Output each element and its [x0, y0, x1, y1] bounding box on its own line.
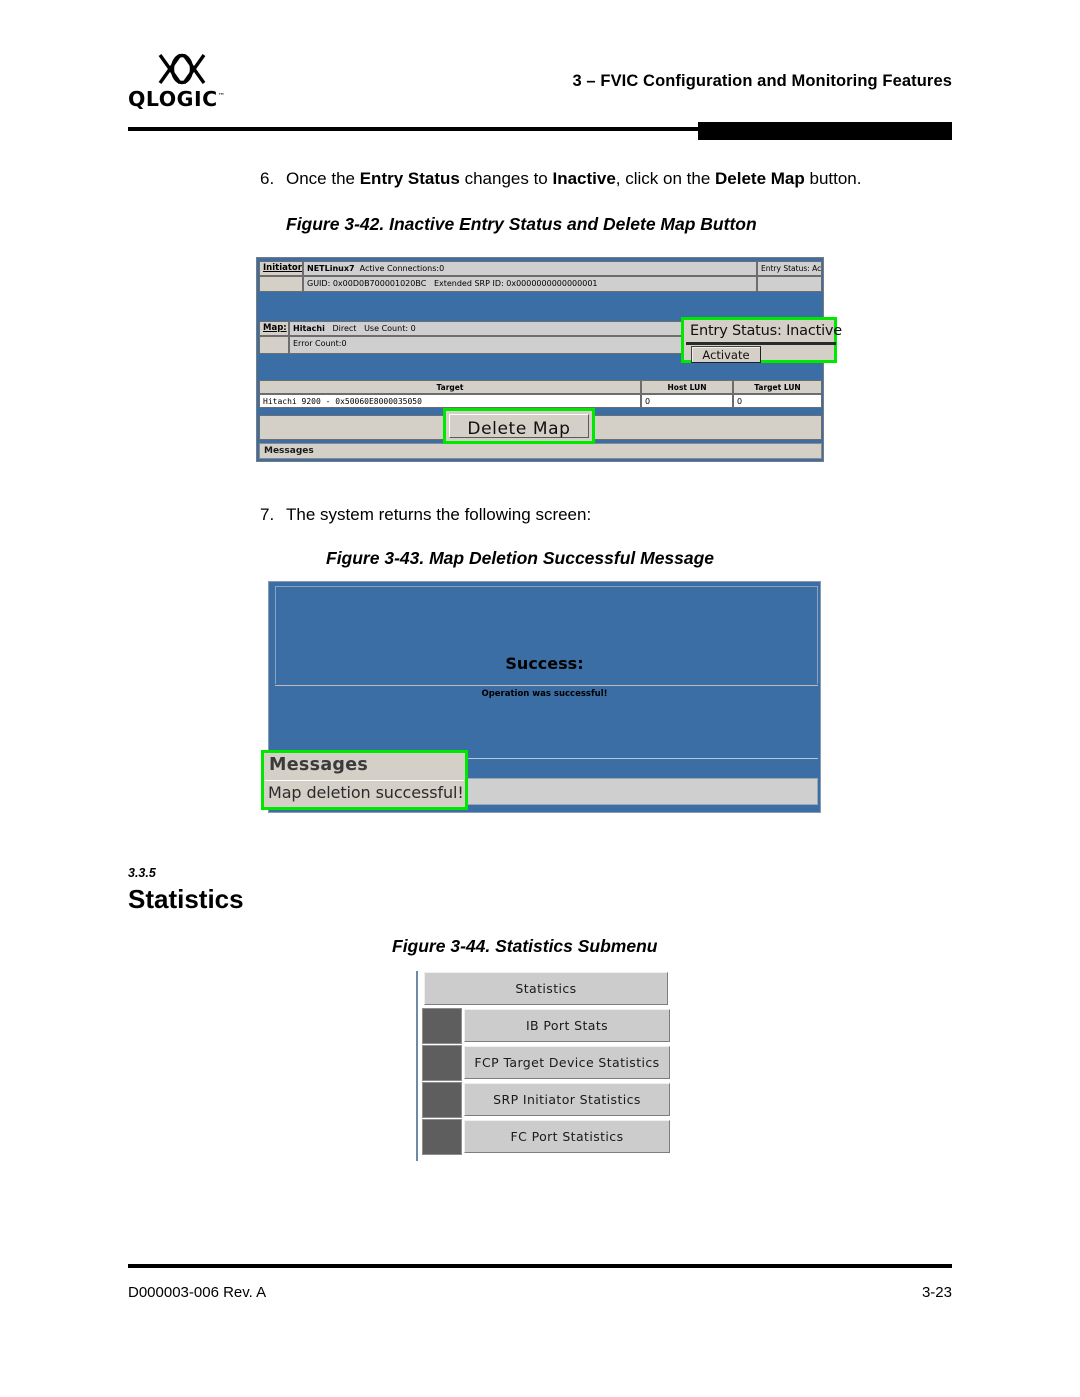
submenu-indent-block: [422, 1119, 462, 1155]
initiator-name-row: NETLinux7 Active Connections:0: [303, 261, 757, 276]
page-header: QLOGIC™ 3 – FVIC Configuration and Monit…: [0, 0, 1080, 145]
submenu-indent-block: [422, 1082, 462, 1118]
success-title: Success:: [505, 654, 584, 673]
submenu-item-srp-initiator-statistics[interactable]: SRP Initiator Statistics: [464, 1083, 670, 1116]
initiator-label: Initiator:: [259, 261, 303, 276]
delete-map-button[interactable]: Delete Map: [449, 414, 589, 439]
header-black-block: [698, 122, 952, 140]
host-lun-column-header: Host LUN: [641, 380, 733, 394]
map-vendor: Hitachi: [293, 324, 325, 333]
step-6: 6. Once the Entry Status changes to Inact…: [260, 168, 861, 189]
initiator-label-spacer: [259, 276, 303, 292]
figure-3-44-statistics-submenu: Statistics IB Port Stats FCP Target Devi…: [416, 971, 672, 1161]
map-mode: Direct: [332, 324, 357, 333]
host-lun-cell: 0: [641, 394, 733, 408]
map-deletion-message-callout: Messages Map deletion successful!: [261, 750, 468, 810]
messages-callout-divider: [265, 780, 464, 781]
step-6-number: 6.: [260, 169, 275, 188]
messages-callout-title: Messages: [269, 755, 369, 775]
activate-button[interactable]: Activate: [691, 346, 761, 363]
submenu-item-statistics[interactable]: Statistics: [424, 972, 668, 1005]
initiator-name: NETLinux7: [307, 264, 355, 273]
page-number: 3-23: [921, 1284, 952, 1301]
initiator-guid-row: GUID: 0x00D0B700001020BC Extended SRP ID…: [303, 276, 757, 292]
section-title: Statistics: [128, 884, 244, 914]
submenu-row-fcp-target-device-statistics: FCP Target Device Statistics: [418, 1045, 674, 1081]
step-7-number: 7.: [260, 505, 275, 524]
step-6-text-part-1: Entry Status: [359, 169, 460, 188]
map-label: Map:: [259, 321, 289, 336]
initiator-entry-status: Entry Status: Active: [757, 261, 822, 276]
map-deletion-success-text: Map deletion successful!: [268, 783, 464, 802]
initiator-entry-status-spacer: [757, 276, 822, 292]
step-6-text-part-5: Delete Map: [715, 169, 805, 188]
step-6-text-part-4: , click on the: [615, 169, 716, 188]
entry-status-inactive-callout: Entry Status: Inactive Activate: [681, 317, 842, 363]
figure-3-43-caption: Figure 3-43. Map Deletion Successful Mes…: [326, 548, 715, 568]
target-lun-column-header: Target LUN: [733, 380, 822, 394]
step-6-text-part-6: button.: [804, 169, 862, 188]
step-7-text: The system returns the following screen:: [286, 505, 592, 524]
qlogic-logo-mark: [158, 53, 206, 85]
section-number: 3.3.5: [128, 866, 156, 880]
messages-bar: Messages: [259, 443, 822, 459]
figure-3-42-caption: Figure 3-42. Inactive Entry Status and D…: [286, 214, 757, 234]
submenu-indent-block: [422, 1045, 462, 1081]
entry-status-inactive-text: Entry Status: Inactive: [690, 323, 843, 339]
submenu-item-fc-port-statistics[interactable]: FC Port Statistics: [464, 1120, 670, 1153]
initiator-srp-id: Extended SRP ID: 0x0000000000000001: [433, 279, 598, 288]
map-use-count: Use Count: 0: [364, 324, 416, 333]
submenu-row-fc-port-statistics: FC Port Statistics: [418, 1119, 674, 1155]
initiator-guid: GUID: 0x00D0B700001020BC: [307, 279, 427, 288]
submenu-row-ib-port-stats: IB Port Stats: [418, 1008, 674, 1044]
submenu-item-fcp-target-device-statistics[interactable]: FCP Target Device Statistics: [464, 1046, 670, 1079]
target-lun-cell: 0: [733, 394, 822, 408]
delete-map-callout: Delete Map: [443, 408, 595, 444]
submenu-row-srp-initiator-statistics: SRP Initiator Statistics: [418, 1082, 674, 1118]
submenu-item-ib-port-stats[interactable]: IB Port Stats: [464, 1009, 670, 1042]
step-6-text-part-0: Once the: [286, 169, 360, 188]
step-7: 7. The system returns the following scree…: [260, 504, 591, 525]
target-cell: Hitachi 9200 - 0x50060E8000035050: [259, 394, 641, 408]
success-divider: [275, 685, 818, 686]
footer-rule: [128, 1264, 952, 1268]
qlogic-logo: QLOGIC™: [128, 52, 238, 111]
map-label-spacer: [259, 336, 289, 354]
callout-divider: [686, 342, 836, 345]
submenu-indent-block: [422, 1008, 462, 1044]
success-message: Operation was successful!: [481, 689, 608, 699]
figure-3-44-caption: Figure 3-44. Statistics Submenu: [392, 936, 658, 956]
submenu-row-header: Statistics: [418, 971, 674, 1007]
figure-3-42-screenshot: Initiator: NETLinux7 Active Connections:…: [256, 257, 842, 462]
document-id: D000003-006 Rev. A: [128, 1284, 267, 1301]
qlogic-wordmark: QLOGIC™: [128, 87, 226, 111]
step-6-text-part-3: Inactive: [552, 169, 616, 188]
initiator-connections: Active Connections:0: [359, 264, 445, 273]
figure-3-43-screenshot: Success: Operation was successful! Messa…: [261, 581, 821, 813]
step-6-text-part-2: changes to: [459, 169, 553, 188]
chapter-title: 3 – FVIC Configuration and Monitoring Fe…: [572, 72, 952, 90]
target-column-header: Target: [259, 380, 641, 394]
